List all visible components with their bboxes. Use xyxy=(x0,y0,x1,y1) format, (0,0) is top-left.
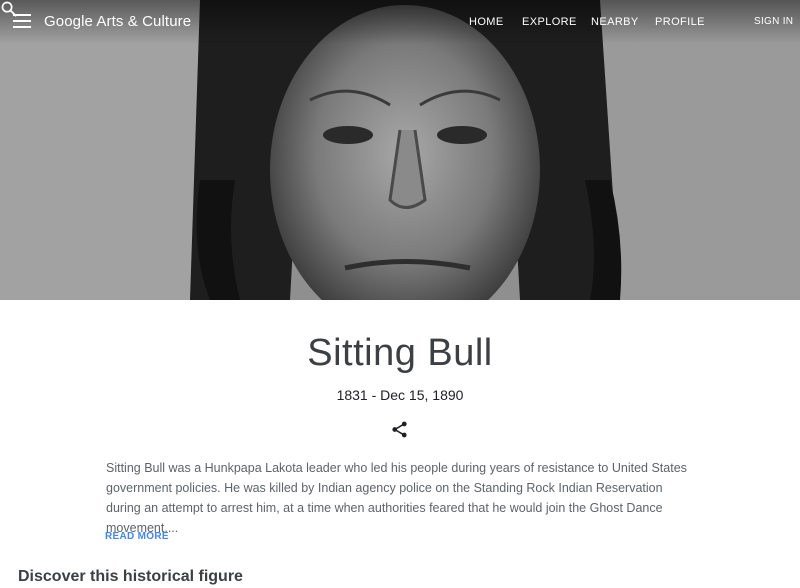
read-more-button[interactable]: READ MORE xyxy=(105,531,169,542)
hero-image: Google Arts & Culture HOME EXPLORE NEARB… xyxy=(0,0,800,300)
page-title: Sitting Bull xyxy=(307,332,493,374)
nav-home[interactable]: HOME xyxy=(469,16,504,28)
sign-in-link[interactable]: SIGN IN xyxy=(754,16,793,27)
nav-nearby[interactable]: NEARBY xyxy=(591,16,639,28)
share-icon[interactable] xyxy=(390,420,409,439)
nav-explore[interactable]: EXPLORE xyxy=(522,16,577,28)
search-icon[interactable] xyxy=(0,0,17,17)
discover-section-title: Discover this historical figure xyxy=(18,568,243,585)
top-bar: Google Arts & Culture HOME EXPLORE NEARB… xyxy=(0,0,800,44)
portrait-photo xyxy=(0,0,800,300)
nav-profile[interactable]: PROFILE xyxy=(655,16,705,28)
description: Sitting Bull was a Hunkpapa Lakota leade… xyxy=(106,461,687,535)
logo[interactable]: Google Arts & Culture xyxy=(44,13,191,30)
life-dates: 1831 - Dec 15, 1890 xyxy=(336,387,464,403)
